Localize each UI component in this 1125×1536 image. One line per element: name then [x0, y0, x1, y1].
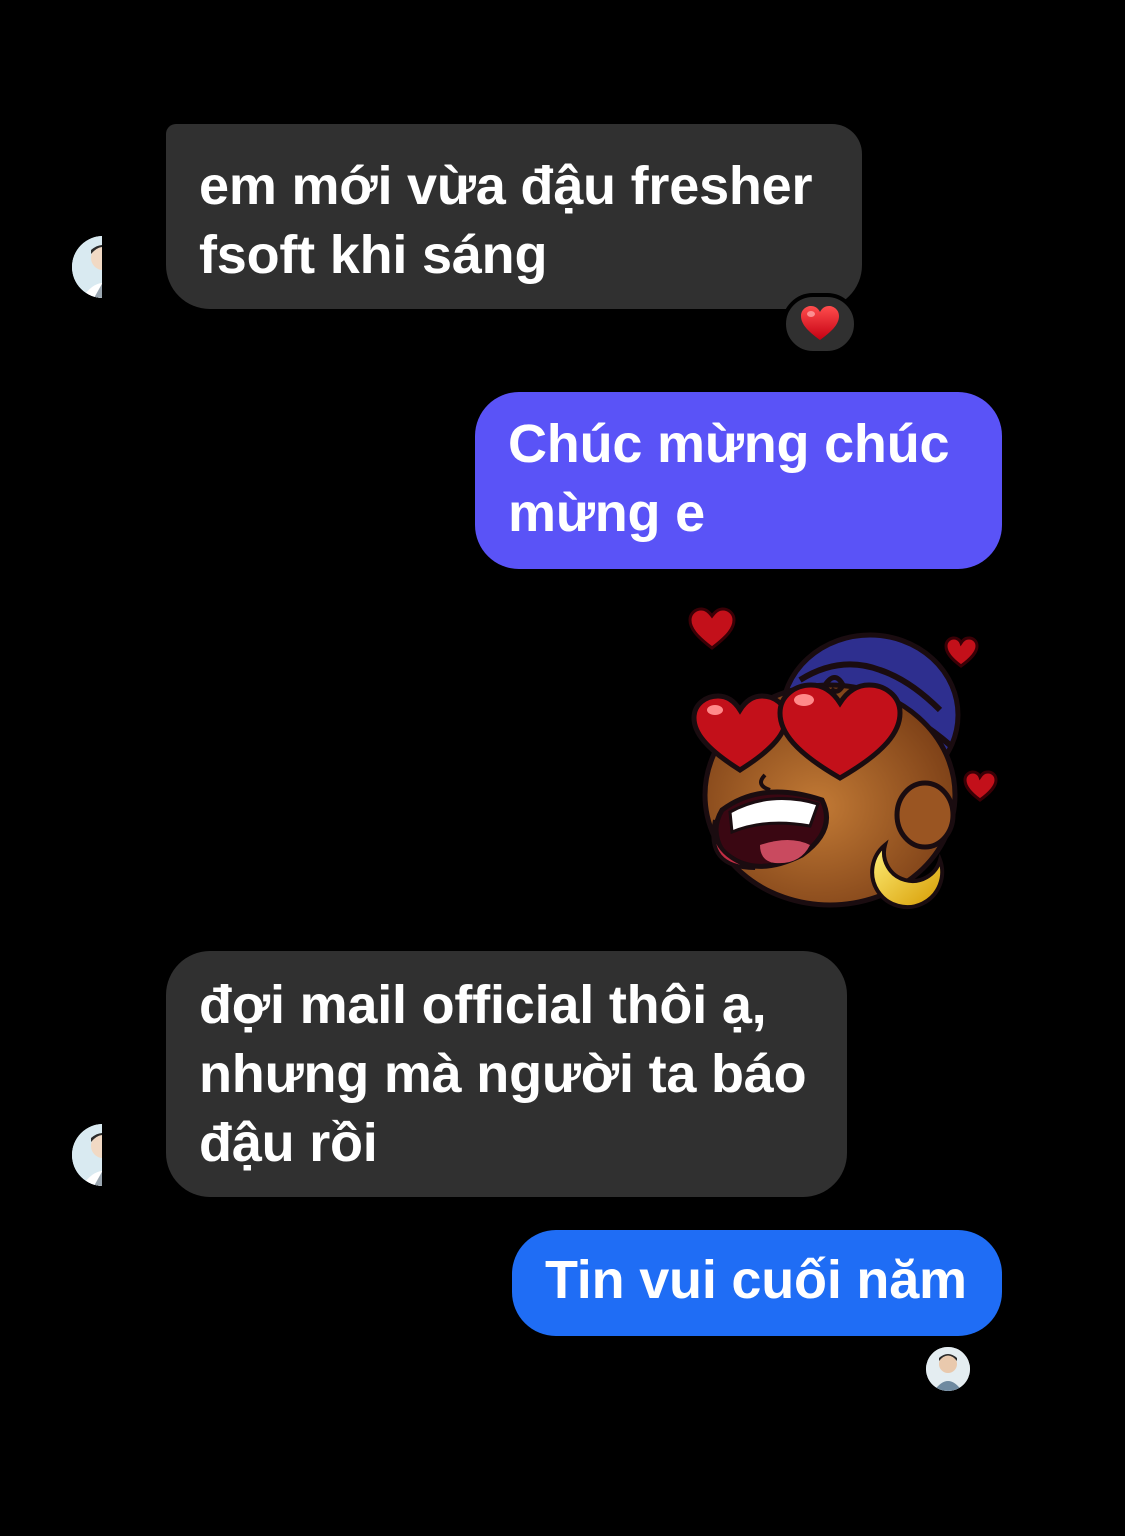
contact-avatar-2[interactable]	[0, 1124, 102, 1224]
outgoing-message-bubble[interactable]: Chúc mừng chúc mừng e	[475, 392, 1002, 569]
contact-avatar-icon	[72, 236, 102, 298]
contact-avatar-1[interactable]	[0, 236, 102, 336]
message-reaction[interactable]	[782, 293, 858, 355]
incoming-message-bubble[interactable]: đợi mail official thôi ạ, nhưng mà người…	[166, 951, 847, 1197]
contact-avatar-icon	[72, 1124, 102, 1186]
heart-eyes-face-sticker[interactable]	[680, 600, 1010, 920]
incoming-message-bubble[interactable]: em mới vừa đậu fresher fsoft khi sáng	[166, 124, 862, 309]
red-heart-icon	[801, 306, 839, 340]
outgoing-message-bubble[interactable]: Tin vui cuối năm	[512, 1230, 1002, 1336]
seen-avatar	[926, 1347, 970, 1391]
seen-avatar-icon	[926, 1347, 970, 1391]
